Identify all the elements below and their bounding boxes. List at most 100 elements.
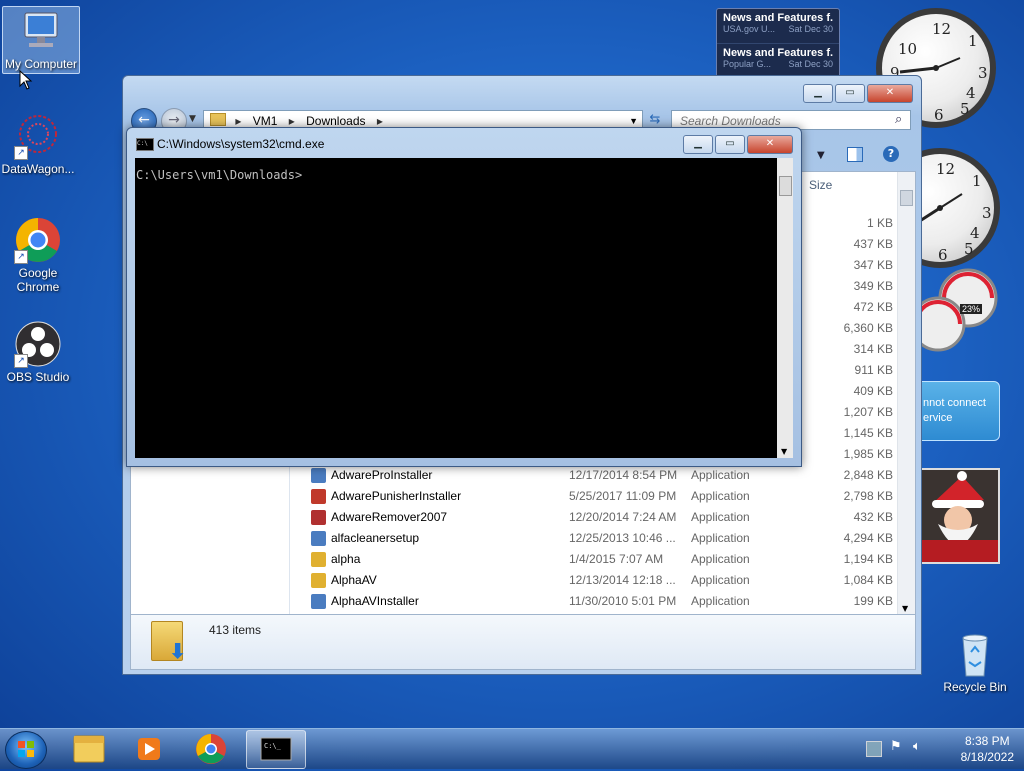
file-size: 2,798 KB (843, 489, 893, 503)
file-date: 5/25/2017 11:09 PM (569, 489, 677, 503)
file-row[interactable]: AlphaAV 12/13/2014 12:18 ... Application 1,… (301, 570, 897, 591)
cpu-meter-gadget[interactable]: 23% (910, 268, 1000, 354)
news-item[interactable]: News and Features f... USA.gov U... Sat D… (717, 9, 839, 44)
desktop-icon-obs[interactable]: ↗ OBS Studio (0, 320, 76, 384)
file-date: 11/30/2010 5:01 PM (569, 594, 677, 608)
application-icon (311, 573, 326, 588)
file-row[interactable]: AdwareRemover2007 12/20/2014 7:24 AM Appli… (301, 507, 897, 528)
cpu-percent: 23% (960, 304, 983, 314)
minimize-button[interactable]: ▁ (683, 135, 713, 154)
console-scrollbar[interactable]: ▼ (777, 158, 793, 458)
file-name: AdwareProInstaller (331, 468, 433, 482)
file-size: 314 KB (853, 342, 893, 356)
scroll-thumb[interactable] (779, 176, 792, 196)
file-size: 1,985 KB (843, 447, 893, 461)
file-size: 432 KB (853, 510, 893, 524)
file-size: 6,360 KB (843, 321, 893, 335)
datawagon-icon: ↗ (14, 112, 62, 160)
breadcrumb-item[interactable]: VM1 (253, 114, 278, 128)
cmd-window[interactable]: C:\ C:\Windows\system32\cmd.exe ▁ ▭ ✕ C:… (126, 127, 802, 467)
action-center-flag-icon[interactable]: ⚑ (890, 739, 902, 754)
application-icon (311, 510, 326, 525)
file-date: 12/13/2014 12:18 ... (569, 573, 676, 587)
file-size: 1 KB (866, 216, 893, 230)
close-button[interactable]: ✕ (747, 135, 793, 154)
network-icon[interactable] (866, 741, 882, 757)
file-row[interactable]: alfacleanersetup 12/25/2013 10:46 ... Appl… (301, 528, 897, 549)
file-size: 911 KB (854, 363, 893, 377)
folder-icon (210, 113, 226, 126)
volume-icon[interactable]: 🔈︎ (913, 739, 921, 754)
file-size: 409 KB (853, 384, 893, 398)
file-name: AlphaAVInstaller (331, 594, 419, 608)
desktop-icon-datawagon[interactable]: ↗ DataWagon... (0, 112, 76, 176)
scroll-down-arrow-icon[interactable]: ▼ (781, 447, 787, 456)
start-button[interactable] (5, 731, 47, 769)
command-prompt: C:\Users\vm1\Downloads> (136, 168, 303, 182)
file-type: Application (691, 573, 750, 587)
weather-gadget[interactable]: nnot connect ervice (916, 381, 1000, 441)
scroll-down-arrow-icon[interactable]: ▼ (902, 604, 908, 613)
desktop-icon-label: DataWagon... (1, 162, 75, 176)
desktop-icon-recycle-bin[interactable]: Recycle Bin (937, 630, 1013, 694)
santa-photo (918, 470, 998, 562)
minimize-button[interactable]: ▁ (803, 84, 833, 103)
item-count: 413 items (209, 623, 262, 637)
taskbar-chrome[interactable] (182, 730, 240, 767)
taskbar-explorer[interactable] (60, 730, 118, 767)
preview-pane-icon[interactable] (847, 147, 863, 162)
details-pane: ⬇ 413 items (130, 614, 916, 670)
taskbar-cmd[interactable]: C:\_ (246, 730, 306, 769)
file-size: 1,207 KB (843, 405, 893, 419)
file-size: 437 KB (853, 237, 893, 251)
slideshow-gadget[interactable] (916, 468, 1000, 564)
recent-pages-chevron-icon[interactable]: ▼ (189, 114, 196, 124)
search-icon: ⌕ (895, 112, 903, 127)
file-type: Application (691, 489, 750, 503)
desktop-icon-label: Recycle Bin (943, 680, 1007, 694)
desktop-icon-chrome[interactable]: ↗ Google Chrome (0, 216, 76, 294)
file-row[interactable]: AdwarePunisherInstaller 5/25/2017 11:09 P… (301, 486, 897, 507)
breadcrumb-item[interactable]: Downloads (306, 114, 365, 128)
news-gadget[interactable]: News and Features f... USA.gov U... Sat D… (716, 8, 840, 78)
file-size: 472 KB (853, 300, 893, 314)
console-output[interactable]: C:\Users\vm1\Downloads> (135, 158, 777, 458)
file-date: 12/17/2014 8:54 PM (569, 468, 678, 482)
recycle-bin-icon (951, 630, 999, 678)
maximize-button[interactable]: ▭ (715, 135, 745, 154)
file-row[interactable]: alpha 1/4/2015 7:07 AM Application 1,194 KB (301, 549, 897, 570)
download-arrow-icon: ⬇ (169, 641, 186, 663)
application-icon (311, 531, 326, 546)
news-source: Popular G... (723, 59, 772, 69)
view-options-chevron-icon[interactable]: ▼ (817, 150, 825, 161)
desktop-icon-my-computer[interactable]: My Computer (2, 6, 80, 74)
help-icon[interactable]: ? (883, 146, 899, 162)
weather-error-line: ervice (923, 412, 953, 424)
file-size: 2,848 KB (843, 468, 893, 482)
mouse-cursor-icon (19, 69, 33, 93)
file-row[interactable]: AlphaAVInstaller 11/30/2010 5:01 PM Applic… (301, 591, 897, 612)
tray-time: 8:38 PM (964, 734, 1010, 748)
maximize-button[interactable]: ▭ (835, 84, 865, 103)
file-name: alpha (331, 552, 361, 566)
taskbar-media-player[interactable] (120, 730, 178, 767)
file-date: 12/20/2014 7:24 AM (569, 510, 677, 524)
file-type: Application (691, 531, 750, 545)
file-type: Application (691, 552, 750, 566)
media-player-icon (138, 738, 160, 760)
file-name: alfacleanersetup (331, 531, 420, 545)
windows-logo-icon (18, 741, 34, 757)
file-row[interactable]: AdwareProInstaller 12/17/2014 8:54 PM Appl… (301, 465, 897, 486)
file-type: Application (691, 468, 750, 482)
clock-tray[interactable]: 8:38 PM 8/18/2022 (961, 733, 1014, 765)
scroll-thumb[interactable] (900, 190, 913, 206)
vertical-scrollbar[interactable]: ▼ (897, 172, 915, 615)
application-icon (311, 489, 326, 504)
column-header-size[interactable]: Size (809, 174, 832, 196)
cmd-icon: C:\ (136, 138, 154, 151)
close-button[interactable]: ✕ (867, 84, 913, 103)
desktop-icon-label: OBS Studio (6, 370, 70, 384)
application-icon (311, 468, 326, 483)
news-item[interactable]: News and Features f... Popular G... Sat D… (717, 44, 839, 78)
file-size: 1,194 KB (843, 552, 893, 566)
